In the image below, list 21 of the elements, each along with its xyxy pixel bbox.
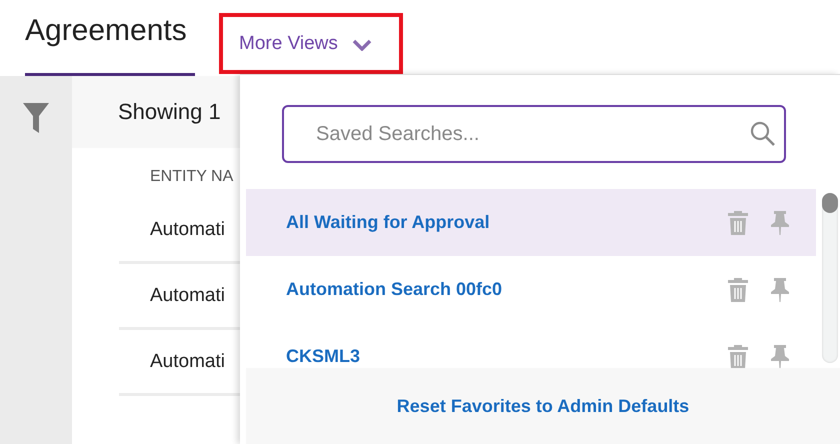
reset-favorites-link[interactable]: Reset Favorites to Admin Defaults	[396, 396, 690, 416]
trash-icon[interactable]	[728, 278, 748, 302]
pin-icon[interactable]	[770, 278, 790, 302]
filter-icon[interactable]	[23, 103, 49, 133]
results-summary: Showing 1	[118, 99, 221, 125]
trash-icon[interactable]	[728, 344, 748, 368]
table-cell: Automati	[150, 350, 225, 372]
saved-search-item[interactable]: Automation Search 00fc0	[246, 256, 816, 323]
saved-search-item[interactable]: CKSML3	[246, 323, 816, 368]
pin-icon[interactable]	[770, 210, 790, 234]
trash-icon[interactable]	[728, 210, 748, 234]
search-icon[interactable]	[750, 121, 776, 147]
scrollbar[interactable]	[822, 193, 838, 363]
saved-search-item[interactable]: All Waiting for Approval	[246, 189, 816, 256]
table-cell: Automati	[150, 284, 225, 306]
column-header: ENTITY NA	[150, 168, 234, 185]
more-views-button[interactable]: More Views	[219, 13, 403, 74]
pin-icon[interactable]	[770, 344, 790, 368]
chevron-down-icon	[352, 38, 372, 50]
table-cell: Automati	[150, 218, 225, 240]
search-field[interactable]: Saved Searches...	[282, 105, 786, 163]
